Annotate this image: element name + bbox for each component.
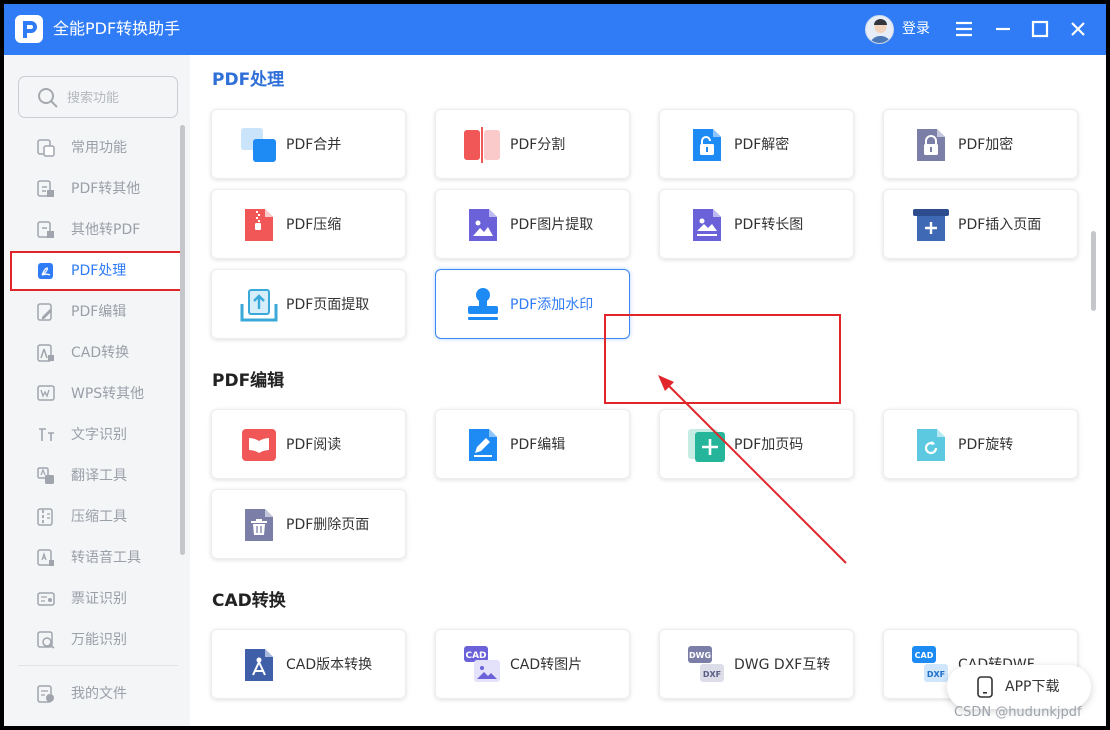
avatar[interactable] (865, 15, 894, 44)
sidebar-item-cad[interactable]: CAD转换 (36, 342, 176, 364)
close-icon[interactable] (1066, 17, 1090, 41)
sidebar-item-ticket[interactable]: 票证识别 (36, 588, 176, 610)
sidebar-item-common[interactable]: 常用功能 (36, 137, 176, 159)
wps-convert-icon (36, 384, 56, 404)
sidebar-item-label: PDF转其他 (71, 181, 141, 197)
app-download-button[interactable]: APP下载 (947, 665, 1091, 709)
sidebar-item-my-files[interactable]: 我的文件 (36, 683, 176, 705)
phone-icon (977, 676, 993, 702)
sidebar-item-label: CAD转换 (71, 345, 130, 361)
title-bar: 全能PDF转换助手 登录 (4, 4, 1106, 55)
my-files-icon (36, 684, 56, 704)
sidebar-item-label: PDF处理 (71, 263, 127, 279)
sidebar-item-label: 文字识别 (71, 427, 127, 443)
translate-icon (36, 466, 56, 486)
ticket-recognition-icon (36, 589, 56, 609)
pdf-process-icon (36, 261, 56, 281)
app-logo-icon (15, 15, 43, 43)
sidebar-item-label: 常用功能 (71, 140, 127, 156)
annotation-arrow (658, 375, 847, 564)
sidebar-divider (18, 665, 178, 666)
sidebar-item-label: WPS转其他 (71, 386, 145, 402)
pdf-edit-icon (36, 302, 56, 322)
sidebar-item-translate[interactable]: 翻译工具 (36, 465, 176, 487)
menu-icon[interactable] (952, 17, 976, 41)
csdn-watermark: CSDN @hudunkjpdf (954, 705, 1082, 720)
common-functions-icon (36, 138, 56, 158)
cad-convert-icon (36, 343, 56, 363)
sidebar: 常用功能 PDF转其他 其他转PDF PDF处理 PDF编辑 CAD转换 WPS… (4, 55, 190, 726)
universal-recognition-icon (36, 630, 56, 650)
text-to-speech-icon (36, 548, 56, 568)
login-link[interactable]: 登录 (902, 19, 930, 39)
sidebar-item-pdf-edit[interactable]: PDF编辑 (36, 301, 176, 323)
app-window: 全能PDF转换助手 登录 常用功能 (4, 4, 1106, 726)
sidebar-item-ocr[interactable]: 文字识别 (36, 424, 176, 446)
search-input[interactable] (67, 88, 167, 108)
app-download-label: APP下载 (1005, 679, 1060, 695)
sidebar-item-pdf-process[interactable]: PDF处理 (36, 260, 176, 282)
sidebar-item-pdf-to-other[interactable]: PDF转其他 (36, 178, 176, 200)
sidebar-item-universal[interactable]: 万能识别 (36, 629, 176, 651)
compress-tool-icon (36, 507, 56, 527)
sidebar-item-label: 我的文件 (71, 686, 127, 702)
sidebar-item-label: 转语音工具 (71, 550, 141, 566)
sidebar-item-compress[interactable]: 压缩工具 (36, 506, 176, 528)
sidebar-item-wps[interactable]: WPS转其他 (36, 383, 176, 405)
sidebar-item-label: 翻译工具 (71, 468, 127, 484)
sidebar-item-speech[interactable]: 转语音工具 (36, 547, 176, 569)
minimize-icon[interactable] (991, 17, 1015, 41)
sidebar-item-label: 票证识别 (71, 591, 127, 607)
maximize-icon[interactable] (1028, 17, 1052, 41)
search-box[interactable] (18, 76, 178, 118)
pdf-to-other-icon (36, 179, 56, 199)
search-icon (37, 87, 59, 113)
ocr-icon (36, 425, 56, 445)
main-content: PDF处理 PDF合并 PDF分割 PDF解密 PDF加密 PDF压缩 PDF图… (190, 55, 1106, 726)
sidebar-item-other-to-pdf[interactable]: 其他转PDF (36, 219, 176, 241)
sidebar-item-label: 压缩工具 (71, 509, 127, 525)
sidebar-scrollbar[interactable] (180, 125, 185, 555)
app-title: 全能PDF转换助手 (53, 19, 181, 38)
other-to-pdf-icon (36, 220, 56, 240)
sidebar-item-label: PDF编辑 (71, 304, 127, 320)
sidebar-item-label: 万能识别 (71, 632, 127, 648)
sidebar-item-label: 其他转PDF (71, 222, 141, 238)
